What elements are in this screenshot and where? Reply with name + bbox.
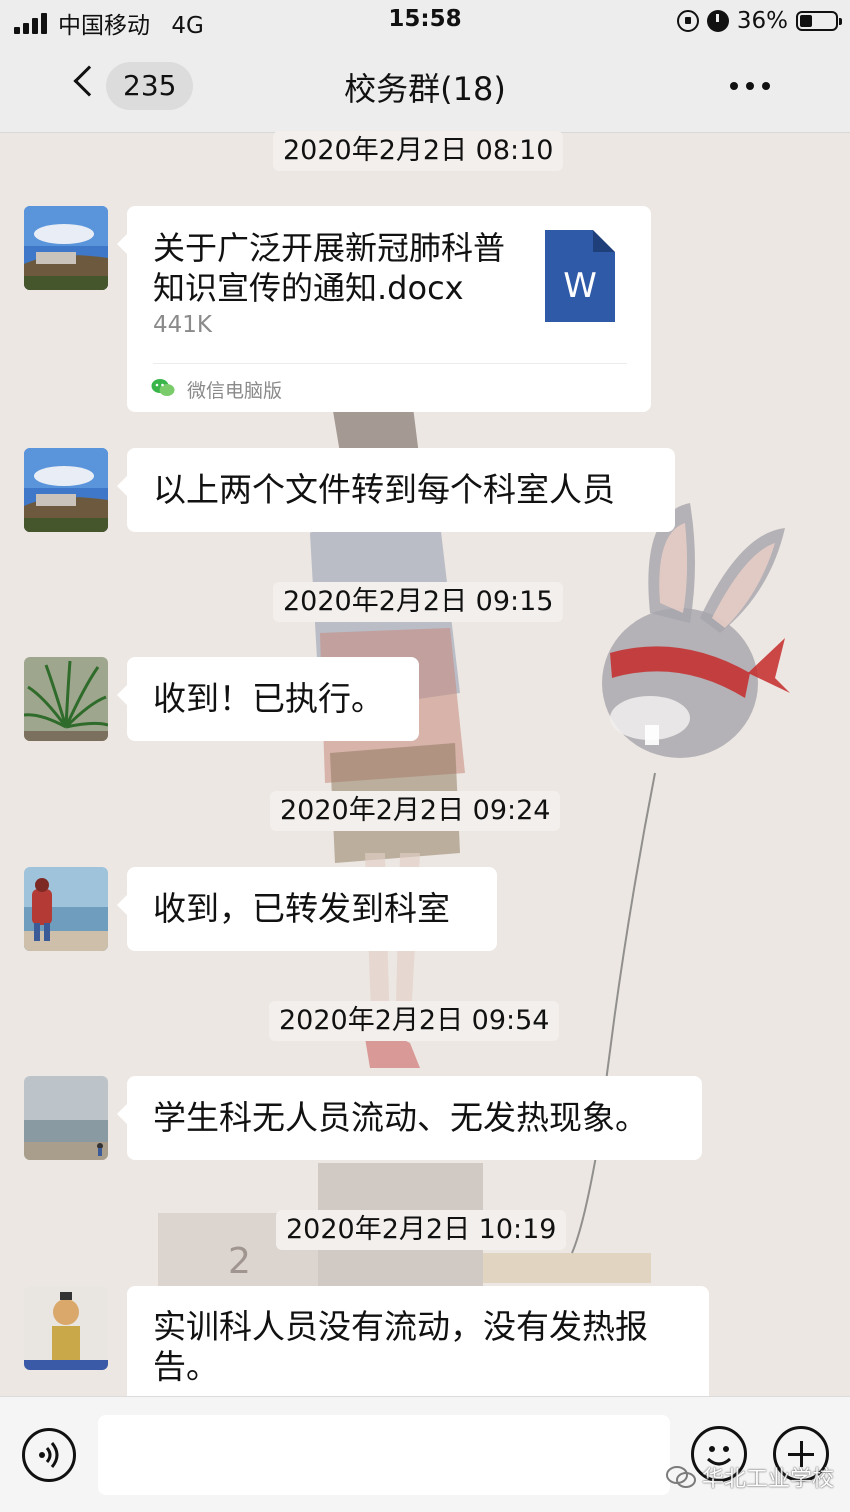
more-options-icon[interactable] [730, 82, 770, 92]
chat-header: 235 校务群(18) [0, 44, 850, 133]
landscape-avatar-image [24, 206, 108, 290]
avatar[interactable] [24, 867, 108, 951]
message-text: 收到！已执行。 [153, 679, 384, 718]
message-text: 收到，已转发到科室 [153, 889, 450, 928]
figure-avatar-image [24, 1286, 108, 1370]
word-doc-letter: W [563, 266, 597, 306]
svg-text:2: 2 [228, 1241, 251, 1282]
voice-input-icon[interactable] [22, 1428, 76, 1482]
word-doc-icon: W [545, 230, 615, 322]
landscape-avatar-image [24, 448, 108, 532]
message-bubble[interactable]: 实训科人员没有流动，没有发热报告。 [127, 1286, 709, 1396]
plant-avatar-image [24, 657, 108, 741]
seaside-avatar-image [24, 1076, 108, 1160]
file-source-label: 微信电脑版 [187, 380, 283, 402]
file-name: 关于广泛开展新冠肺科普知识宣传的通知.docx [153, 229, 506, 307]
watermark: 华北工业学校 [666, 1460, 834, 1494]
card-divider [153, 363, 627, 364]
avatar[interactable] [24, 657, 108, 741]
alarm-icon [706, 10, 729, 32]
message-timestamp: 2020年2月2日 09:54 [269, 1001, 560, 1041]
battery-icon [796, 11, 842, 31]
wechat-logo-icon [666, 1466, 696, 1488]
file-message[interactable]: 关于广泛开展新冠肺科普知识宣传的通知.docx 441K W 微信电脑版 [117, 206, 651, 412]
child-beach-avatar-image [24, 867, 108, 951]
message-timestamp: 2020年2月2日 10:19 [276, 1210, 567, 1250]
avatar[interactable] [24, 1286, 108, 1370]
message-timestamp: 2020年2月2日 09:24 [270, 791, 561, 831]
message-timestamp: 2020年2月2日 08:10 [273, 131, 564, 171]
battery-percent: 36% [736, 8, 788, 34]
chat-title: 校务群(18) [344, 70, 506, 108]
avatar[interactable] [24, 206, 108, 290]
message-text: 实训科人员没有流动，没有发热报告。 [153, 1307, 648, 1386]
status-bar: 中国移动 4G 15:58 36% [0, 0, 850, 44]
message-bubble[interactable]: 以上两个文件转到每个科室人员 [117, 448, 675, 532]
avatar[interactable] [24, 1076, 108, 1160]
message-text: 以上两个文件转到每个科室人员 [153, 470, 615, 509]
rotation-lock-icon [676, 10, 699, 32]
status-icons: 36% [676, 6, 842, 36]
message-input[interactable] [98, 1415, 670, 1495]
watermark-text: 华北工业学校 [702, 1467, 835, 1492]
message-bubble[interactable]: 收到，已转发到科室 [117, 867, 497, 951]
message-text: 学生科无人员流动、无发热现象。 [153, 1098, 648, 1137]
avatar[interactable] [24, 448, 108, 532]
message-bubble[interactable]: 学生科无人员流动、无发热现象。 [117, 1076, 702, 1160]
file-size: 441K [153, 312, 212, 338]
message-timestamp: 2020年2月2日 09:15 [273, 582, 564, 622]
input-bar: 华北工业学校 [0, 1396, 850, 1512]
wechat-icon [151, 379, 175, 396]
message-bubble[interactable]: 收到！已执行。 [117, 657, 419, 741]
